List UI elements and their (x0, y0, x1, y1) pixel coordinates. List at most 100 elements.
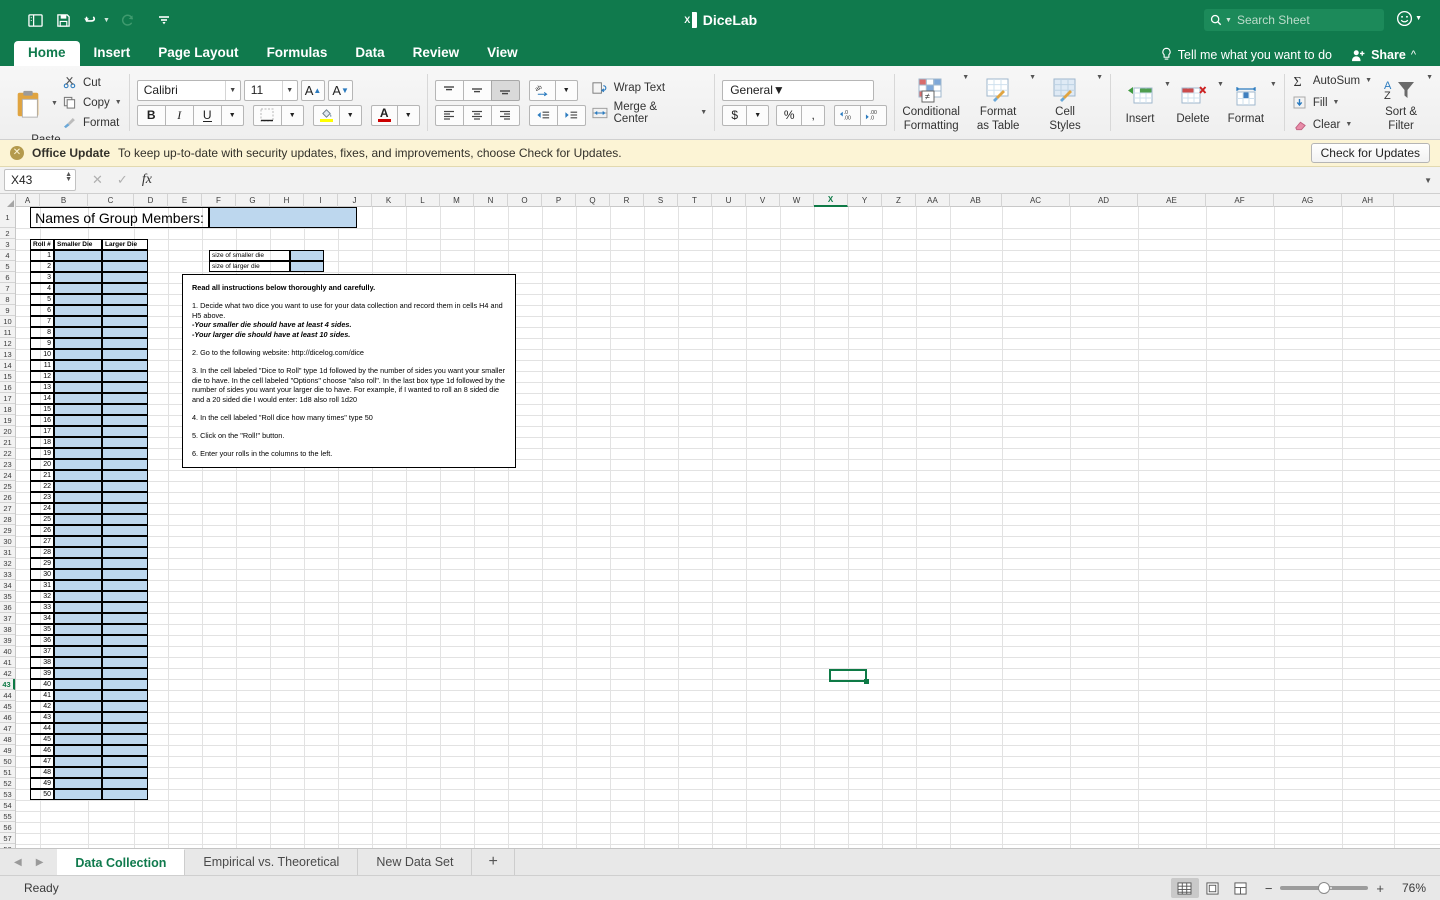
cell-styles-button[interactable]: Cell Styles (1036, 74, 1094, 132)
cell-A8[interactable]: 5 (30, 294, 54, 305)
cell-A27[interactable]: 24 (30, 503, 54, 514)
cell-A47[interactable]: 44 (30, 723, 54, 734)
row-header-4[interactable]: 4 (0, 250, 15, 261)
cell-C39[interactable] (102, 635, 148, 646)
row-header-30[interactable]: 30 (0, 536, 15, 547)
cell-B18[interactable] (54, 404, 102, 415)
cell-B51[interactable] (54, 767, 102, 778)
sort-filter-button[interactable]: AZ Sort & Filter (1378, 74, 1424, 132)
cell-A11[interactable]: 8 (30, 327, 54, 338)
cell-B40[interactable] (54, 646, 102, 657)
undo-icon[interactable] (78, 7, 104, 33)
fill-color-dropdown-button[interactable]: ▼ (338, 104, 362, 126)
cell-A13[interactable]: 10 (30, 349, 54, 360)
column-header-AE[interactable]: AE (1138, 194, 1206, 207)
select-all-corner[interactable] (0, 194, 16, 207)
cell-C50[interactable] (102, 756, 148, 767)
cell-C14[interactable] (102, 360, 148, 371)
row-header-57[interactable]: 57 (0, 833, 15, 844)
cell-C52[interactable] (102, 778, 148, 789)
cell-A24[interactable]: 21 (30, 470, 54, 481)
cell-B11[interactable] (54, 327, 102, 338)
formula-input[interactable] (165, 167, 1440, 193)
cell-B49[interactable] (54, 745, 102, 756)
row-header-25[interactable]: 25 (0, 481, 15, 492)
cell-C5[interactable] (102, 261, 148, 272)
cell-C11[interactable] (102, 327, 148, 338)
expand-formula-bar-icon[interactable]: ▼ (1424, 176, 1432, 185)
row-header-9[interactable]: 9 (0, 305, 15, 316)
column-header-AH[interactable]: AH (1342, 194, 1394, 207)
cell-A40[interactable]: 37 (30, 646, 54, 657)
row-header-49[interactable]: 49 (0, 745, 15, 756)
cell-B35[interactable] (54, 591, 102, 602)
cell-C16[interactable] (102, 382, 148, 393)
cell-A12[interactable]: 9 (30, 338, 54, 349)
cell-A46[interactable]: 43 (30, 712, 54, 723)
column-header-X[interactable]: X (814, 194, 848, 207)
cell-C32[interactable] (102, 558, 148, 569)
cell-C47[interactable] (102, 723, 148, 734)
cell-C18[interactable] (102, 404, 148, 415)
cell-C25[interactable] (102, 481, 148, 492)
row-header-34[interactable]: 34 (0, 580, 15, 591)
cell-B42[interactable] (54, 668, 102, 679)
cell-A49[interactable]: 46 (30, 745, 54, 756)
cell-B45[interactable] (54, 701, 102, 712)
cell-A33[interactable]: 30 (30, 569, 54, 580)
column-header-H[interactable]: H (270, 194, 304, 207)
cell-C8[interactable] (102, 294, 148, 305)
column-header-U[interactable]: U (712, 194, 746, 207)
italic-button[interactable]: I (164, 104, 194, 126)
currency-dropdown-button[interactable]: ▼ (746, 104, 770, 126)
cell-B52[interactable] (54, 778, 102, 789)
cell-area[interactable]: Names of Group Members: Roll # Smaller D… (16, 207, 1440, 848)
cell-C33[interactable] (102, 569, 148, 580)
page-break-view-button[interactable] (1227, 878, 1255, 898)
row-header-42[interactable]: 42 (0, 668, 15, 679)
row-header-10[interactable]: 10 (0, 316, 15, 327)
font-color-button[interactable]: A (370, 104, 398, 126)
row-header-53[interactable]: 53 (0, 789, 15, 800)
cell-C38[interactable] (102, 624, 148, 635)
add-sheet-button[interactable]: + (472, 849, 515, 875)
cell-F5[interactable]: size of larger die (209, 261, 290, 272)
tab-home[interactable]: Home (14, 41, 80, 66)
cell-C35[interactable] (102, 591, 148, 602)
active-cell-selection[interactable] (829, 669, 867, 682)
cell-C43[interactable] (102, 679, 148, 690)
sheet-next-icon[interactable]: ▶ (36, 857, 44, 868)
row-header-41[interactable]: 41 (0, 657, 15, 668)
row-header-54[interactable]: 54 (0, 800, 15, 811)
cell-C36[interactable] (102, 602, 148, 613)
tab-data[interactable]: Data (341, 41, 398, 66)
decrease-decimal-button[interactable]: .00.0 (860, 104, 888, 126)
cell-B23[interactable] (54, 459, 102, 470)
cell-B20[interactable] (54, 426, 102, 437)
column-header-AC[interactable]: AC (1002, 194, 1070, 207)
cell-B27[interactable] (54, 503, 102, 514)
cell-A42[interactable]: 39 (30, 668, 54, 679)
row-header-1[interactable]: 1 (0, 207, 15, 228)
autosum-button[interactable]: Σ AutoSum ▼ (1292, 71, 1372, 90)
cell-A43[interactable]: 40 (30, 679, 54, 690)
tab-page-layout[interactable]: Page Layout (144, 41, 252, 66)
insert-cells-caret-icon[interactable]: ▼ (1164, 81, 1171, 88)
cell-B38[interactable] (54, 624, 102, 635)
save-icon[interactable] (50, 7, 76, 33)
clear-button[interactable]: Clear ▼ (1292, 115, 1372, 134)
row-header-29[interactable]: 29 (0, 525, 15, 536)
sort-filter-caret-icon[interactable]: ▼ (1426, 74, 1433, 81)
column-header-T[interactable]: T (678, 194, 712, 207)
cell-B10[interactable] (54, 316, 102, 327)
cell-C46[interactable] (102, 712, 148, 723)
number-format-select[interactable]: General ▼ (722, 79, 875, 101)
cell-A25[interactable]: 22 (30, 481, 54, 492)
underline-dropdown-button[interactable]: ▼ (220, 104, 244, 126)
cell-A18[interactable]: 15 (30, 404, 54, 415)
cell-C49[interactable] (102, 745, 148, 756)
percent-format-button[interactable]: % (776, 104, 803, 126)
row-header-20[interactable]: 20 (0, 426, 15, 437)
cell-A20[interactable]: 17 (30, 426, 54, 437)
align-center-button[interactable] (462, 104, 492, 126)
